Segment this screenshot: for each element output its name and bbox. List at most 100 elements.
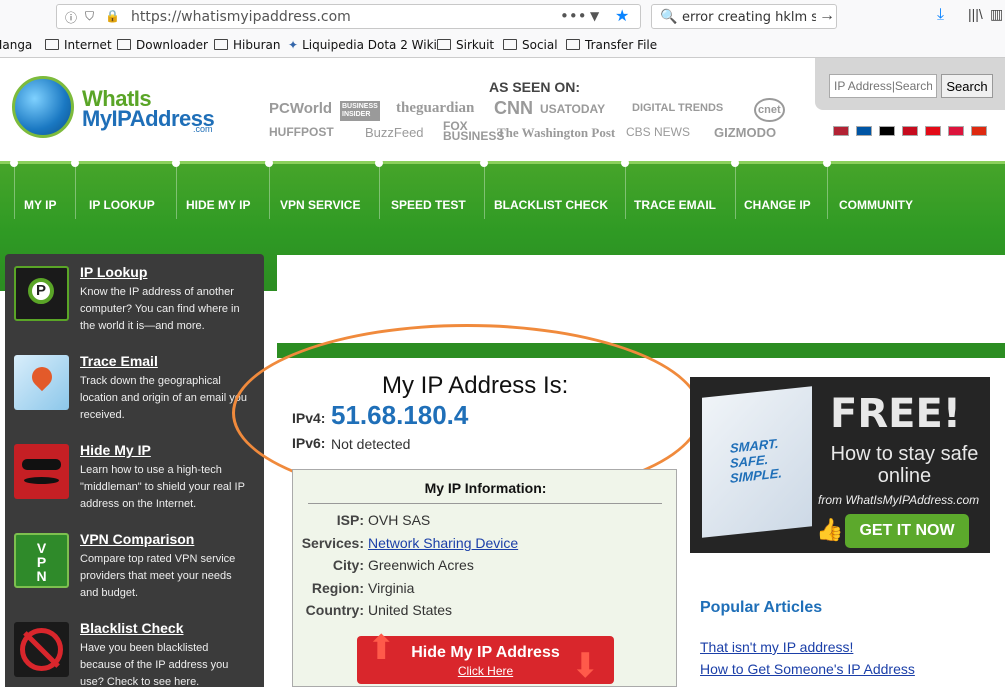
bookmark-item[interactable]: Manga [0,38,32,52]
url-text[interactable]: https://whatismyipaddress.com [131,9,351,25]
site-search-input[interactable] [829,74,937,98]
flag-tr-icon[interactable] [925,126,941,136]
folder-icon [45,39,59,50]
nav-divider [484,165,485,219]
flag-de-icon[interactable] [879,126,895,136]
download-icon[interactable]: ⤓ [937,6,944,24]
sidebar-item-desc: Learn how to use a high-tech "middleman"… [80,464,245,510]
thumbs-up-icon: 👍 [816,517,844,542]
media-logo: PCWorld [269,100,333,117]
nav-divider [379,165,380,219]
sidebar-item-vpn-comparison[interactable]: VPN VPN Comparison Compare top rated VPN… [5,521,264,609]
nav-divider [176,165,177,219]
sidebar-item-title[interactable]: Blacklist Check [80,620,184,636]
media-logo: CNN [494,98,533,118]
media-logo: BUSINESS INSIDER [340,101,380,121]
sidebar-item-title[interactable]: Hide My IP [80,442,151,458]
nav-change-ip[interactable]: CHANGE IP [744,198,811,212]
go-arrow-icon[interactable]: → [816,7,835,25]
services-link[interactable]: Network Sharing Device [368,535,518,551]
sidebar-item-blacklist-check[interactable]: Blacklist Check Have you been blackliste… [5,610,264,698]
folder-icon [503,39,517,50]
bookmark-item[interactable]: ✦ Liquipedia Dota 2 Wiki [288,38,437,52]
search-bar[interactable]: 🔍 error creating hklm s → [651,4,837,29]
site-search-button[interactable]: Search [941,74,993,98]
flag-cn-icon[interactable] [971,126,987,136]
nav-divider [735,165,736,219]
popular-article-link[interactable]: How to Get Someone's IP Address [700,661,915,677]
logo-globe-icon[interactable] [12,76,74,138]
flag-es-icon[interactable] [902,126,918,136]
logo-suffix: .com [193,124,213,134]
country-label: Country: [305,602,364,618]
sidebar-item-trace-email[interactable]: Trace Email Track down the geographical … [5,343,264,431]
website: WhatIs MyIPAddress .com AS SEEN ON: PCWo… [0,58,1005,688]
divider [308,503,662,504]
media-logo: DIGITAL TRENDS [632,102,724,114]
media-logo: HUFFPOST [269,125,334,139]
info-icon[interactable]: ⓘ [65,9,77,26]
hide-my-ip-button[interactable]: ⬆ ⬇ Hide My IP Address Click Here [357,629,614,685]
bookmark-item[interactable]: Hiburan [214,38,280,52]
folder-icon [437,39,451,50]
sidebar-item-desc: Compare top rated VPN service providers … [80,553,236,599]
magnifier-icon: P [14,266,69,321]
free-guide-promo[interactable]: SMART. SAFE. SIMPLE. FREE! How to stay s… [690,377,990,553]
nav-hide-my-ip[interactable]: HIDE MY IP [186,198,250,212]
media-logo: GIZMODO [714,125,777,140]
nav-divider [269,165,270,219]
nav-divider [827,165,828,219]
bookmark-item[interactable]: Transfer File [566,38,657,52]
search-text[interactable]: error creating hklm s [682,10,818,25]
url-bar[interactable]: ⓘ ⛉ 🔒 https://whatismyipaddress.com ••• … [56,4,641,29]
flag-us-icon[interactable] [833,126,849,136]
hide-my-ip-button-link[interactable]: Click Here [357,664,614,678]
sidebar-item-ip-lookup[interactable]: P IP Lookup Know the IP address of anoth… [5,254,264,342]
hide-my-ip-button-title[interactable]: Hide My IP Address [357,644,614,662]
popular-article-link[interactable]: That isn't my IP address! [700,639,853,655]
media-logo: The Washington Post [497,125,616,140]
popular-articles-title: Popular Articles [700,599,823,616]
disguise-mask-icon [14,444,69,499]
nav-blacklist-check[interactable]: BLACKLIST CHECK [494,198,608,212]
shield-icon[interactable]: ⛉ [85,9,94,24]
nav-speed-test[interactable]: SPEED TEST [391,198,466,212]
sidebar-item-title[interactable]: Trace Email [80,353,158,369]
blocked-ip-icon [14,622,69,677]
region-label: Region: [311,580,364,596]
get-it-now-button[interactable]: GET IT NOW [845,514,969,548]
sidebar-item-title[interactable]: IP Lookup [80,264,147,280]
folder-icon [117,39,131,50]
bookmark-item[interactable]: Sirkuit [437,38,494,52]
nav-divider [14,165,15,219]
sidebar-toggle-icon[interactable]: ▥ [990,6,1003,23]
nav-divider [75,165,76,219]
bookmark-item[interactable]: Internet [45,38,112,52]
more-icon[interactable]: ••• [560,7,587,25]
city-label: City: [332,557,364,573]
media-logo: FOX BUSINESS [443,119,505,143]
pocket-icon[interactable]: ▼ [590,9,599,23]
bookmark-star-icon[interactable]: ★ [615,6,629,25]
bookmark-item[interactable]: Social [503,38,558,52]
nav-my-ip[interactable]: MY IP [24,198,56,212]
flag-fr-icon[interactable] [856,126,872,136]
media-logo: CBS NEWS [626,125,691,139]
flag-pl-icon[interactable] [948,126,964,136]
city-value: Greenwich Acres [368,557,474,573]
lock-icon: 🔒 [105,9,120,23]
sidebar-item-hide-my-ip[interactable]: Hide My IP Learn how to use a high-tech … [5,432,264,520]
ip-info-title: My IP Information: [424,480,547,496]
sidebar-item-title[interactable]: VPN Comparison [80,531,194,547]
country-value: United States [368,602,453,618]
folder-icon [214,39,228,50]
nav-top-line [0,161,1005,164]
folder-icon [566,39,580,50]
bookmark-item[interactable]: Downloader [117,38,208,52]
nav-vpn-service[interactable]: VPN SERVICE [280,198,360,212]
site-search-panel: Search [815,58,1005,110]
nav-ip-lookup[interactable]: IP LOOKUP [89,198,155,212]
nav-community[interactable]: COMMUNITY [839,198,913,212]
library-icon[interactable]: |||\ [968,6,983,22]
nav-trace-email[interactable]: TRACE EMAIL [634,198,716,212]
